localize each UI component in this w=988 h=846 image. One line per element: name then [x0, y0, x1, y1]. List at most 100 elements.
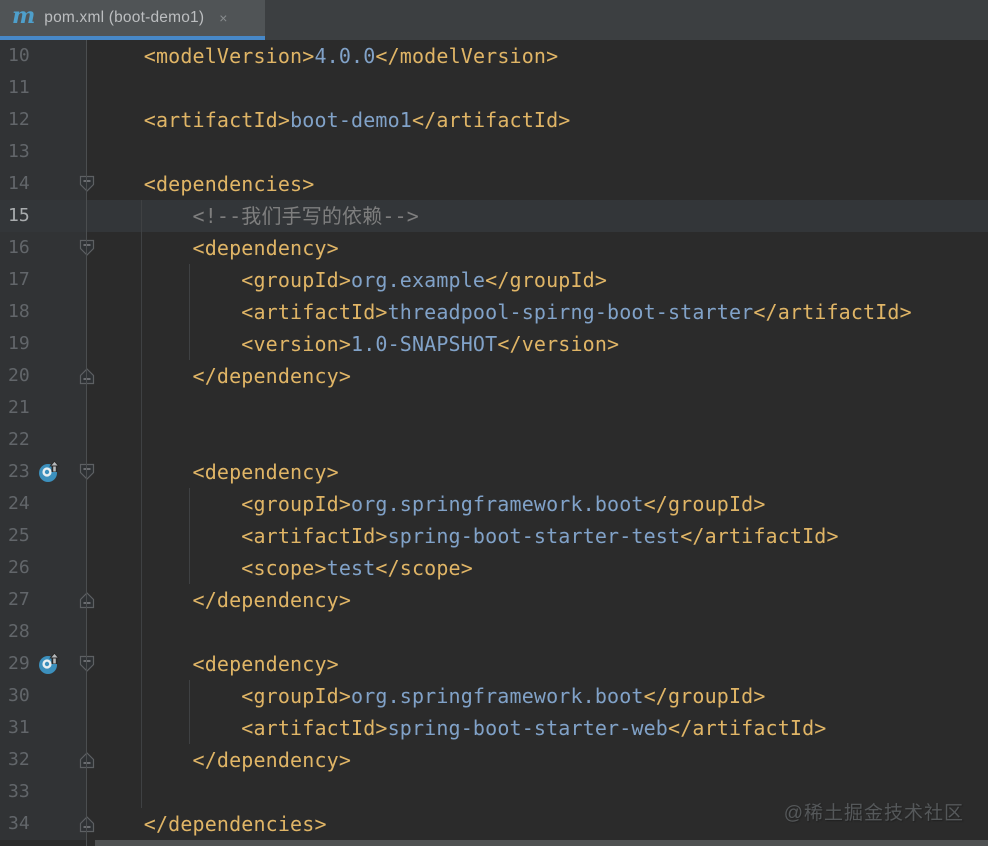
code-text[interactable] — [86, 616, 988, 648]
code-text[interactable]: <artifactId>spring-boot-starter-test</ar… — [86, 520, 988, 552]
line-number: 21 — [0, 392, 86, 424]
line-number: 30 — [0, 680, 86, 712]
code-text[interactable]: <version>1.0-SNAPSHOT</version> — [86, 328, 988, 360]
code-text[interactable]: <artifactId>spring-boot-starter-web</art… — [86, 712, 988, 744]
code-text[interactable]: <dependencies> — [86, 168, 988, 200]
code-line: 16 <dependency> — [0, 232, 988, 264]
code-segment-tag: </modelVersion> — [375, 44, 558, 68]
code-text[interactable] — [86, 424, 988, 456]
code-line: 23 <dependency> — [0, 456, 988, 488]
code-segment-val: spring-boot-starter-web — [388, 716, 668, 740]
code-segment-tag: </groupId> — [644, 492, 766, 516]
code-text[interactable] — [86, 392, 988, 424]
code-text[interactable]: <groupId>org.springframework.boot</group… — [86, 680, 988, 712]
line-number: 34 — [0, 808, 86, 840]
code-line: 19 <version>1.0-SNAPSHOT</version> — [0, 328, 988, 360]
code-line: 21 — [0, 392, 988, 424]
code-segment-val: test — [327, 556, 376, 580]
dependency-update-icon[interactable] — [37, 652, 61, 681]
horizontal-scrollbar[interactable] — [95, 840, 988, 846]
code-text[interactable]: <groupId>org.springframework.boot</group… — [86, 488, 988, 520]
code-segment-tag: <artifactId> — [95, 108, 290, 132]
fold-marker-start[interactable] — [79, 655, 95, 678]
code-segment-tag: </scope> — [375, 556, 473, 580]
indent-guide — [189, 488, 190, 584]
code-segment-tag: </version> — [497, 332, 619, 356]
code-text[interactable]: <dependency> — [86, 456, 988, 488]
code-text[interactable]: <dependency> — [86, 232, 988, 264]
code-text[interactable]: <artifactId>threadpool-spirng-boot-start… — [86, 296, 988, 328]
code-segment-tag: <groupId> — [95, 268, 351, 292]
code-segment-tag: <modelVersion> — [95, 44, 314, 68]
fold-marker-end[interactable] — [79, 591, 95, 614]
line-number: 11 — [0, 72, 86, 104]
code-line: 17 <groupId>org.example</groupId> — [0, 264, 988, 296]
code-line: 27 </dependency> — [0, 584, 988, 616]
code-line: 18 <artifactId>threadpool-spirng-boot-st… — [0, 296, 988, 328]
code-segment-val: org.springframework.boot — [351, 684, 644, 708]
code-text[interactable]: <scope>test</scope> — [86, 552, 988, 584]
code-segment-tag: <dependency> — [95, 652, 339, 676]
code-segment-tag: </groupId> — [644, 684, 766, 708]
gutter-separator-line — [86, 40, 87, 846]
line-number: 14 — [0, 168, 86, 200]
code-text[interactable]: <!--我们手写的依赖--> — [86, 200, 988, 232]
code-text[interactable]: </dependency> — [86, 360, 988, 392]
code-text[interactable]: </dependency> — [86, 584, 988, 616]
line-number: 12 — [0, 104, 86, 136]
indent-guide — [189, 264, 190, 360]
code-segment-tag: <scope> — [95, 556, 327, 580]
code-segment-tag: </dependency> — [95, 364, 351, 388]
line-number: 18 — [0, 296, 86, 328]
line-number: 27 — [0, 584, 86, 616]
code-segment-tag: </artifactId> — [753, 300, 911, 324]
code-segment-val: threadpool-spirng-boot-starter — [388, 300, 754, 324]
code-text[interactable]: <dependency> — [86, 648, 988, 680]
code-line: 31 <artifactId>spring-boot-starter-web</… — [0, 712, 988, 744]
fold-marker-end[interactable] — [79, 751, 95, 774]
tab-title: pom.xml (boot-demo1) — [44, 9, 204, 27]
fold-marker-start[interactable] — [79, 175, 95, 198]
code-segment-val: spring-boot-starter-test — [388, 524, 681, 548]
code-editor[interactable]: 10 <modelVersion>4.0.0</modelVersion>111… — [0, 40, 988, 846]
code-line: 26 <scope>test</scope> — [0, 552, 988, 584]
code-text[interactable]: <groupId>org.example</groupId> — [86, 264, 988, 296]
line-number: 32 — [0, 744, 86, 776]
code-line: 20 </dependency> — [0, 360, 988, 392]
code-text[interactable] — [86, 72, 988, 104]
code-segment-tag: </artifactId> — [668, 716, 826, 740]
code-text[interactable] — [86, 136, 988, 168]
code-segment-tag: <artifactId> — [95, 300, 388, 324]
code-text[interactable]: <modelVersion>4.0.0</modelVersion> — [86, 40, 988, 72]
code-segment-tag: </groupId> — [485, 268, 607, 292]
code-line: 14 <dependencies> — [0, 168, 988, 200]
fold-marker-end[interactable] — [79, 815, 95, 838]
code-segment-tag: <groupId> — [95, 492, 351, 516]
indent-guide — [189, 680, 190, 744]
code-segment-val: org.springframework.boot — [351, 492, 644, 516]
code-segment-val: 1.0-SNAPSHOT — [351, 332, 497, 356]
line-number: 17 — [0, 264, 86, 296]
code-segment-val: boot-demo1 — [290, 108, 412, 132]
code-line: 29 <dependency> — [0, 648, 988, 680]
watermark-text: @稀土掘金技术社区 — [784, 798, 964, 825]
code-line: 13 — [0, 136, 988, 168]
fold-marker-end[interactable] — [79, 367, 95, 390]
fold-marker-start[interactable] — [79, 239, 95, 262]
code-text[interactable]: <artifactId>boot-demo1</artifactId> — [86, 104, 988, 136]
code-text[interactable]: </dependency> — [86, 744, 988, 776]
fold-marker-start[interactable] — [79, 463, 95, 486]
tab-pom-xml[interactable]: m pom.xml (boot-demo1) × — [0, 0, 265, 40]
code-segment-tag: <artifactId> — [95, 524, 388, 548]
close-icon[interactable]: × — [219, 11, 227, 25]
code-segment-val: org.example — [351, 268, 485, 292]
code-segment-comment: <!--我们手写的依赖--> — [95, 204, 419, 228]
line-number: 20 — [0, 360, 86, 392]
code-segment-tag: </dependencies> — [95, 812, 327, 836]
line-number: 10 — [0, 40, 86, 72]
code-lines-container: 10 <modelVersion>4.0.0</modelVersion>111… — [0, 40, 988, 840]
dependency-update-icon[interactable] — [37, 460, 61, 489]
line-number: 19 — [0, 328, 86, 360]
code-segment-tag: </artifactId> — [680, 524, 838, 548]
code-line: 11 — [0, 72, 988, 104]
